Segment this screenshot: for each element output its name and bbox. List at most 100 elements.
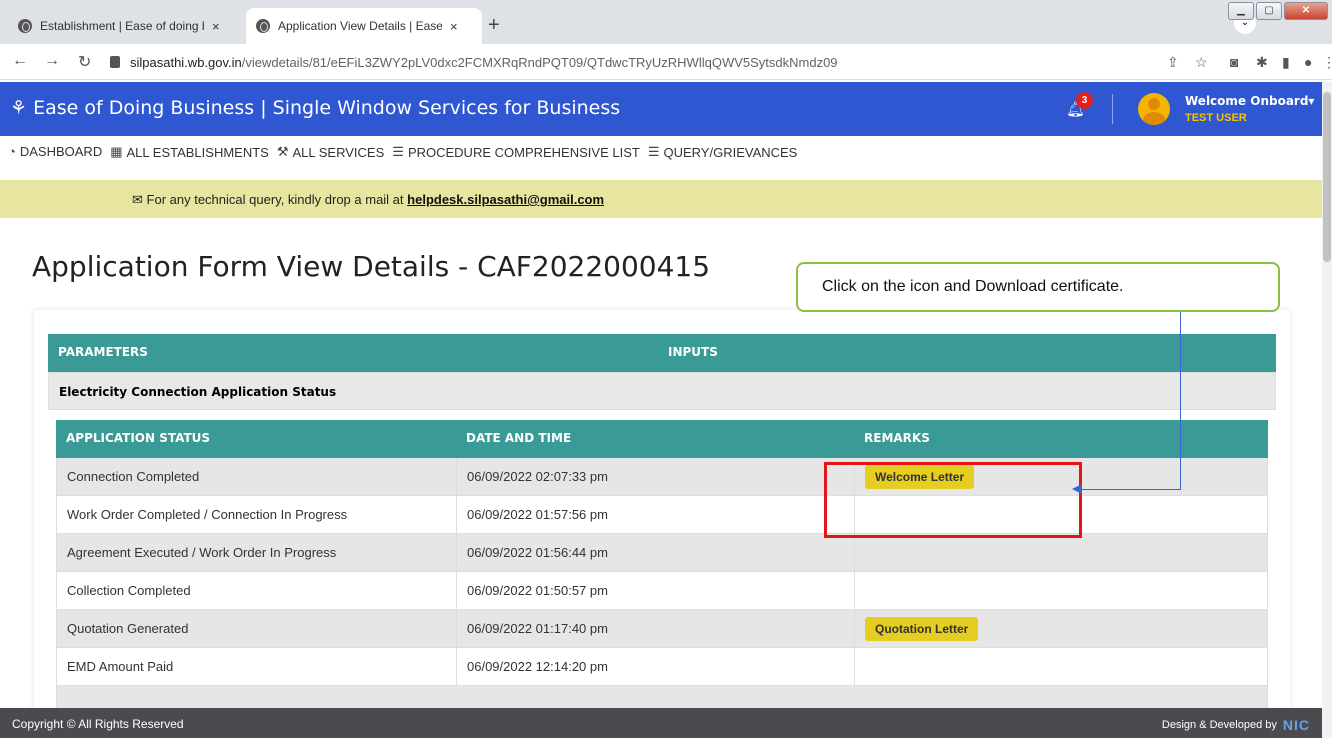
building-icon: ▦: [110, 144, 123, 159]
url-field[interactable]: silpasathi.wb.gov.in/viewdetails/81/eEFi…: [110, 48, 1190, 76]
copyright-text: Copyright © All Rights Reserved: [12, 717, 184, 731]
maximize-button[interactable]: ▢: [1256, 2, 1282, 20]
notification-badge[interactable]: 3: [1076, 92, 1093, 109]
table-row: Agreement Executed / Work Order In Progr…: [56, 534, 1268, 572]
menu-label: DASHBOARD: [19, 144, 103, 159]
minimize-button[interactable]: ▁: [1228, 2, 1254, 20]
callout-connector: [1082, 489, 1181, 490]
datetime-cell: 06/09/2022 01:56:44 pm: [457, 534, 855, 572]
url-path: /viewdetails/81/eEFiL3ZWY2pLV0dxc2FCMXRq…: [241, 54, 838, 70]
dashboard-icon: ◔: [8, 144, 16, 159]
new-tab-button[interactable]: +: [488, 14, 500, 37]
site-brand[interactable]: ⚘ Ease of Doing Business | Single Window…: [10, 97, 620, 119]
browser-tab-establishment[interactable]: Establishment | Ease of doing bus ×: [8, 8, 246, 44]
status-table-header: APPLICATION STATUS DATE AND TIME REMARKS: [56, 420, 1268, 458]
credit-text: Design & Developed by: [1161, 719, 1277, 731]
list-icon: ☰: [392, 144, 404, 159]
datetime-cell: 06/09/2022 02:07:33 pm: [457, 458, 855, 496]
notice-text: For any technical query, kindly drop a m…: [146, 192, 404, 207]
browser-tab-application-view[interactable]: Application View Details | Ease of ×: [246, 8, 482, 44]
close-window-button[interactable]: ✕: [1284, 2, 1328, 20]
helpdesk-notice: ✉ For any technical query, kindly drop a…: [0, 180, 1322, 218]
avatar[interactable]: [1138, 93, 1170, 125]
table-row: Collection Completed 06/09/2022 01:50:57…: [56, 572, 1268, 610]
star-icon[interactable]: ☆: [1195, 54, 1208, 71]
tab-title: Establishment | Ease of doing bus: [40, 19, 204, 33]
quotation-letter-button[interactable]: Quotation Letter: [865, 617, 979, 641]
status-cell: Connection Completed: [57, 458, 457, 496]
site-header: ⚘ Ease of Doing Business | Single Window…: [0, 82, 1322, 136]
remarks-cell: [855, 534, 1267, 572]
reload-icon[interactable]: ↻: [78, 52, 91, 72]
list-icon: ☰: [647, 144, 660, 159]
instruction-callout: Click on the icon and Download certifica…: [796, 262, 1280, 312]
menu-dashboard[interactable]: ◔ DASHBOARD: [8, 144, 102, 159]
extensions-icon[interactable]: ✱: [1256, 54, 1268, 71]
col-inputs: INPUTS: [668, 345, 718, 359]
menu-label: ALL ESTABLISHMENTS: [126, 144, 269, 160]
menu-procedure-list[interactable]: ☰ PROCEDURE COMPREHENSIVE LIST: [392, 144, 640, 160]
profile-icon[interactable]: ●: [1304, 54, 1312, 70]
globe-icon: [256, 19, 270, 33]
scrollbar-thumb[interactable]: [1323, 92, 1331, 262]
table-row: EMD Amount Paid 06/09/2022 12:14:20 pm: [56, 648, 1268, 686]
menu-query-grievances[interactable]: ☰ QUERY/GRIEVANCES: [648, 144, 798, 160]
wrench-icon: ⚒: [276, 144, 289, 159]
welcome-dropdown[interactable]: Welcome Onboard▾: [1185, 94, 1314, 108]
datetime-cell: 06/09/2022 01:57:56 pm: [457, 496, 855, 534]
status-cell: EMD Amount Paid: [57, 648, 457, 686]
lock-icon[interactable]: [110, 56, 120, 68]
menu-all-services[interactable]: ⚒ ALL SERVICES: [277, 144, 384, 160]
col-date-time: DATE AND TIME: [466, 431, 572, 445]
header-divider: [1112, 94, 1113, 124]
camera-icon[interactable]: ◙: [1230, 54, 1238, 70]
menu-label: QUERY/GRIEVANCES: [663, 144, 798, 160]
kebab-menu-icon[interactable]: ⋮: [1322, 54, 1332, 71]
address-bar-row: ← → ↻ silpasathi.wb.gov.in/viewdetails/8…: [0, 44, 1332, 80]
table-row: Quotation Generated 06/09/2022 01:17:40 …: [56, 610, 1268, 648]
browser-tabstrip: Establishment | Ease of doing bus × Appl…: [0, 0, 1332, 44]
page-scrollbar[interactable]: [1322, 82, 1332, 738]
menu-label: ALL SERVICES: [292, 144, 385, 160]
back-arrow-icon[interactable]: ←: [12, 52, 28, 70]
col-remarks: REMARKS: [864, 431, 930, 445]
remarks-cell: [855, 648, 1267, 686]
table-row: Connection Completed 06/09/2022 02:07:33…: [56, 458, 1268, 496]
footer-credit: Design & Developed by NIC: [1162, 717, 1310, 733]
forward-arrow-icon[interactable]: →: [44, 52, 60, 70]
status-table: APPLICATION STATUS DATE AND TIME REMARKS…: [56, 420, 1268, 724]
share-icon[interactable]: ⇪: [1167, 54, 1179, 71]
mail-icon: ✉: [132, 192, 143, 207]
tab-title: Application View Details | Ease of: [278, 19, 442, 33]
arrow-icon: [1072, 484, 1082, 494]
close-tab-icon[interactable]: ×: [212, 19, 220, 34]
brand-text: Ease of Doing Business | Single Window S…: [33, 97, 621, 119]
status-cell: Work Order Completed / Connection In Pro…: [57, 496, 457, 534]
datetime-cell: 06/09/2022 12:14:20 pm: [457, 648, 855, 686]
helpdesk-email-link[interactable]: helpdesk.silpasathi@gmail.com: [407, 192, 604, 207]
parameters-table-header: PARAMETERS INPUTS: [48, 334, 1276, 372]
welcome-text: Welcome Onboard: [1185, 94, 1309, 108]
menu-all-establishments[interactable]: ▦ ALL ESTABLISHMENTS: [110, 144, 269, 160]
datetime-cell: 06/09/2022 01:50:57 pm: [457, 572, 855, 610]
user-name: TEST USER: [1185, 112, 1247, 124]
nic-logo: NIC: [1282, 717, 1310, 733]
page-title: Application Form View Details - CAF20220…: [32, 250, 711, 283]
status-cell: Collection Completed: [57, 572, 457, 610]
main-menu: ◔ DASHBOARD ▦ ALL ESTABLISHMENTS ⚒ ALL SERV…: [0, 136, 1322, 178]
col-parameters: PARAMETERS: [58, 345, 148, 359]
col-application-status: APPLICATION STATUS: [66, 431, 211, 445]
url-host: silpasathi.wb.gov.in: [130, 54, 242, 70]
section-title: Electricity Connection Application Statu…: [48, 372, 1276, 410]
callout-connector: [1180, 312, 1181, 490]
window-controls: ▁ ▢ ✕: [1228, 2, 1328, 20]
status-cell: Quotation Generated: [57, 610, 457, 648]
menu-label: PROCEDURE COMPREHENSIVE LIST: [407, 144, 640, 160]
close-tab-icon[interactable]: ×: [450, 19, 458, 34]
site-footer: Copyright © All Rights Reserved Design &…: [0, 708, 1322, 738]
table-row: Work Order Completed / Connection In Pro…: [56, 496, 1268, 534]
status-cell: Agreement Executed / Work Order In Progr…: [57, 534, 457, 572]
remarks-cell: [855, 572, 1267, 610]
sidepanel-icon[interactable]: ▮: [1282, 54, 1290, 71]
datetime-cell: 06/09/2022 01:17:40 pm: [457, 610, 855, 648]
